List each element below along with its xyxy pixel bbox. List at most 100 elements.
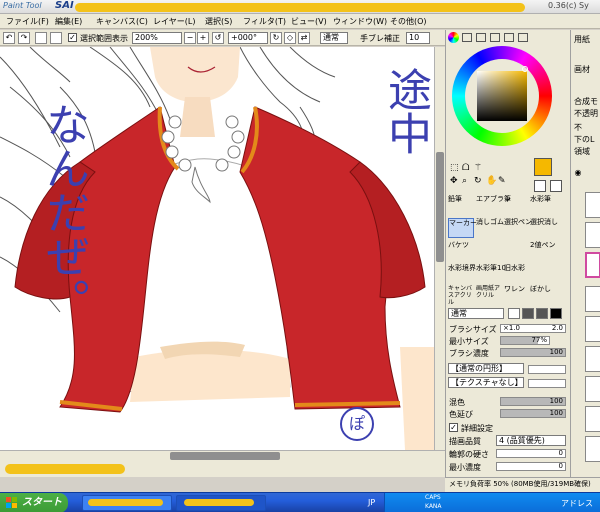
handwritten-wip: 途中	[380, 67, 431, 155]
zoom-tool-icon[interactable]: ⌕	[462, 176, 467, 186]
eyedropper-icon[interactable]: ✎	[498, 176, 506, 186]
tip-shape-3-button[interactable]	[536, 308, 548, 319]
canvas-horizontal-scrollbar[interactable]	[0, 450, 445, 461]
rotate-left-button[interactable]: ↺	[212, 32, 224, 44]
layer-thumbnail[interactable]	[585, 376, 600, 402]
canvas-vertical-scrollbar[interactable]	[434, 47, 445, 450]
min-density-slider[interactable]: 0	[496, 462, 566, 471]
tool-old-watercolor[interactable]: 旧水彩	[504, 264, 525, 284]
menu-select[interactable]: 選択(S)	[205, 16, 232, 27]
menu-window[interactable]: ウィンドウ(W)	[333, 16, 387, 27]
tip-shape-2-button[interactable]	[522, 308, 534, 319]
brush-texture-select[interactable]: 【テクスチャなし】	[448, 377, 524, 388]
menu-canvas[interactable]: キャンバス(C)	[96, 16, 148, 27]
menu-edit[interactable]: 編集(E)	[55, 16, 82, 27]
drawing-canvas[interactable]: 途中 なんだぜ。 ぽ	[0, 47, 434, 450]
active-layer-thumbnail[interactable]	[585, 252, 600, 278]
rotate-tool-icon[interactable]: ↻	[474, 176, 482, 186]
brush-shape-select[interactable]: 【通常の円形】	[448, 363, 524, 374]
menu-view[interactable]: ビュー(V)	[291, 16, 327, 27]
tip-shape-1-button[interactable]	[508, 308, 520, 319]
zoom-in-button[interactable]: +	[197, 32, 209, 44]
language-indicator[interactable]: JP	[368, 498, 375, 507]
show-selection-checkbox[interactable]: ✓	[68, 33, 77, 42]
tool-select-pen[interactable]: 選択ペン	[504, 218, 532, 238]
tool-paper-acrylic[interactable]: 画用紙アクリル	[476, 285, 502, 305]
tool-select-eraser[interactable]: 選択消し	[530, 218, 558, 238]
reset-rotation-button[interactable]: ◇	[284, 32, 296, 44]
rotation-select[interactable]: +000°	[228, 32, 268, 44]
tool-eraser[interactable]: 消しゴム	[476, 218, 504, 238]
layer-visibility-icon[interactable]: ◉	[573, 168, 583, 178]
extend-slider[interactable]: 100	[500, 409, 566, 418]
layer-thumbnail[interactable]	[585, 316, 600, 342]
stabilizer-select[interactable]: 10	[406, 32, 430, 44]
scratchpad-mode-icon[interactable]	[518, 33, 528, 42]
brush-mode-select[interactable]: 通常	[448, 308, 504, 319]
menu-layer[interactable]: レイヤー(L)	[153, 16, 195, 27]
start-button[interactable]: スタート	[0, 493, 68, 512]
horizontal-scroll-thumb[interactable]	[170, 452, 280, 460]
mix-slider[interactable]: 100	[500, 397, 566, 406]
rect-select-icon[interactable]: ⬚	[450, 163, 459, 173]
layer-thumbnail[interactable]	[585, 286, 600, 312]
tool-airbrush[interactable]: エアブラシ	[476, 195, 511, 215]
tool-canvas-acrylic[interactable]: キャンバスアクリル	[448, 285, 474, 306]
rgb-slider-mode-icon[interactable]	[462, 33, 472, 42]
min-size-slider[interactable]: 77%	[500, 336, 550, 345]
swatch-mode-icon[interactable]	[490, 33, 500, 42]
zoom-select[interactable]: 200%	[132, 32, 182, 44]
tool-marker[interactable]: マーカー	[448, 218, 477, 238]
flip-button[interactable]: ⇄	[298, 32, 310, 44]
redacted-canvas-tab[interactable]	[5, 464, 125, 474]
detail-settings-label: 詳細設定	[461, 424, 493, 433]
tool-blur[interactable]: ぼかし	[530, 285, 551, 305]
hue-cursor[interactable]	[522, 66, 528, 72]
tool-warren[interactable]: ワレン	[504, 285, 525, 305]
vertical-scroll-thumb[interactable]	[436, 152, 444, 262]
menu-filter[interactable]: フィルタ(T)	[243, 16, 286, 27]
palette-mode-icon[interactable]	[504, 33, 514, 42]
primary-color-swatch[interactable]	[534, 158, 552, 176]
move-icon[interactable]: ✥	[450, 176, 458, 186]
layer-thumbnail[interactable]	[585, 222, 600, 248]
select-all-button[interactable]	[50, 32, 62, 44]
deselect-button[interactable]	[35, 32, 47, 44]
menu-other[interactable]: その他(O)	[390, 16, 427, 27]
edge-hardness-slider[interactable]: 0	[496, 449, 566, 458]
color-wheel-mode-icon[interactable]	[448, 32, 459, 43]
tool-binary-pen[interactable]: 2値ペン	[530, 241, 555, 261]
quality-select[interactable]: 4 (品質優先)	[496, 435, 566, 446]
tool-watercolor[interactable]: 水彩筆	[530, 195, 551, 215]
tool-brush[interactable]: 筆	[504, 195, 524, 215]
hsv-slider-mode-icon[interactable]	[476, 33, 486, 42]
magic-wand-icon[interactable]: ⚚	[474, 163, 482, 173]
color-wheel[interactable]	[452, 46, 552, 146]
brush-texture-strength[interactable]	[528, 379, 566, 388]
transparent-color-swatch[interactable]	[534, 180, 546, 192]
density-slider[interactable]: 100	[500, 348, 566, 357]
hand-tool-icon[interactable]: ✋	[486, 176, 497, 186]
layer-thumbnail[interactable]	[585, 406, 600, 432]
rotate-right-button[interactable]: ↻	[270, 32, 282, 44]
tool-watercolor10[interactable]: 水彩筆10	[476, 264, 506, 284]
tool-bucket[interactable]: バケツ	[448, 241, 469, 261]
layer-thumbnail[interactable]	[585, 192, 600, 218]
detail-settings-checkbox[interactable]: ✓	[449, 423, 458, 432]
min-density-value: 0	[558, 462, 563, 470]
zoom-out-button[interactable]: −	[184, 32, 196, 44]
tool-watercolor-edge[interactable]: 水彩境界	[448, 264, 476, 284]
blend-mode-select[interactable]: 通常	[320, 32, 348, 44]
undo-button[interactable]: ↶	[3, 32, 15, 44]
menu-file[interactable]: ファイル(F)	[6, 16, 49, 27]
saturation-value-square[interactable]	[477, 71, 527, 121]
layer-thumbnail[interactable]	[585, 346, 600, 372]
redo-button[interactable]: ↷	[18, 32, 30, 44]
tool-pencil[interactable]: 鉛筆	[448, 195, 468, 215]
lasso-icon[interactable]: ᗝ	[462, 163, 469, 173]
layer-thumbnail[interactable]	[585, 436, 600, 462]
brush-shape-strength[interactable]	[528, 365, 566, 374]
tip-shape-4-button[interactable]	[550, 308, 562, 319]
brush-size-slider[interactable]: ×1.0 2.0	[500, 324, 566, 333]
swap-color-button[interactable]	[550, 180, 562, 192]
